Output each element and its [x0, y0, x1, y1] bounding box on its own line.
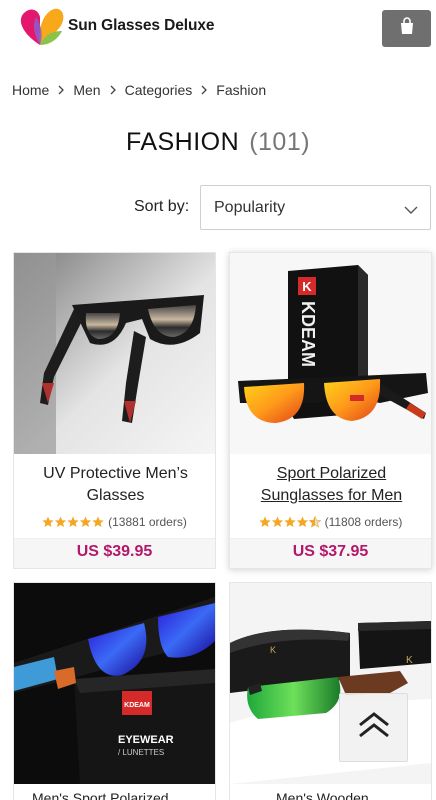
svg-text:KDEAM: KDEAM — [298, 301, 318, 367]
brand-logo[interactable] — [18, 5, 64, 49]
star-rating-icon — [258, 516, 321, 528]
product-name[interactable]: UV Protective Men’s Glasses — [20, 463, 211, 507]
breadcrumb-fashion: Fashion — [216, 82, 267, 98]
back-to-top-button[interactable] — [339, 693, 408, 762]
order-count: (13881 orders) — [108, 515, 187, 529]
breadcrumb-categories[interactable]: Categories — [125, 82, 193, 98]
site-header: Sun Glasses Deluxe — [0, 0, 436, 56]
brand-name[interactable]: Sun Glasses Deluxe — [68, 17, 214, 35]
page-title: FASHION (101) — [0, 128, 436, 157]
svg-text:K: K — [302, 279, 312, 294]
product-count: (101) — [249, 128, 311, 156]
breadcrumb-men[interactable]: Men — [73, 82, 100, 98]
breadcrumb: Home Men Categories Fashion — [12, 80, 266, 100]
product-image[interactable]: KDEAM EYEWEAR / LUNETTES — [14, 583, 215, 784]
product-card[interactable]: UV Protective Men’s Glasses (13881 order… — [13, 252, 216, 569]
svg-text:K: K — [406, 655, 413, 666]
product-image[interactable]: K KDEAM — [230, 253, 431, 454]
svg-text:EYEWEAR: EYEWEAR — [118, 734, 174, 746]
product-name[interactable]: Men's Wooden — [276, 790, 386, 800]
product-name[interactable]: Sport Polarized Sunglasses for Men — [236, 463, 427, 507]
chevron-right-icon — [58, 85, 65, 95]
shopping-bag-icon — [398, 17, 416, 40]
product-name[interactable]: Men's Sport Polarized — [32, 790, 202, 800]
svg-text:K: K — [270, 645, 276, 655]
product-card[interactable]: K KDEAM Sport Polarized Sunglasses for M… — [229, 252, 432, 569]
cart-button[interactable] — [382, 10, 431, 47]
svg-text:/ LUNETTES: / LUNETTES — [118, 748, 164, 757]
sort-select[interactable]: Popularity — [200, 185, 431, 230]
chevron-right-icon — [201, 85, 208, 95]
product-card[interactable]: K K — [229, 582, 432, 800]
sort-label: Sort by: — [134, 198, 190, 215]
product-price: US $39.95 — [76, 543, 153, 560]
double-chevron-up-icon — [357, 712, 391, 743]
category-title: FASHION — [125, 128, 240, 156]
product-rating: (13881 orders) — [14, 515, 215, 529]
svg-text:KDEAM: KDEAM — [124, 702, 150, 709]
sort-selected-value: Popularity — [214, 199, 286, 216]
product-price: US $37.95 — [292, 543, 369, 560]
product-rating: (11808 orders) — [230, 515, 431, 529]
chevron-down-icon — [404, 202, 418, 220]
product-card[interactable]: KDEAM EYEWEAR / LUNETTES — [13, 582, 216, 800]
chevron-right-icon — [110, 85, 116, 95]
star-rating-icon — [42, 516, 104, 528]
order-count: (11808 orders) — [324, 515, 403, 529]
breadcrumb-home[interactable]: Home — [12, 82, 49, 98]
product-image[interactable] — [14, 253, 215, 454]
